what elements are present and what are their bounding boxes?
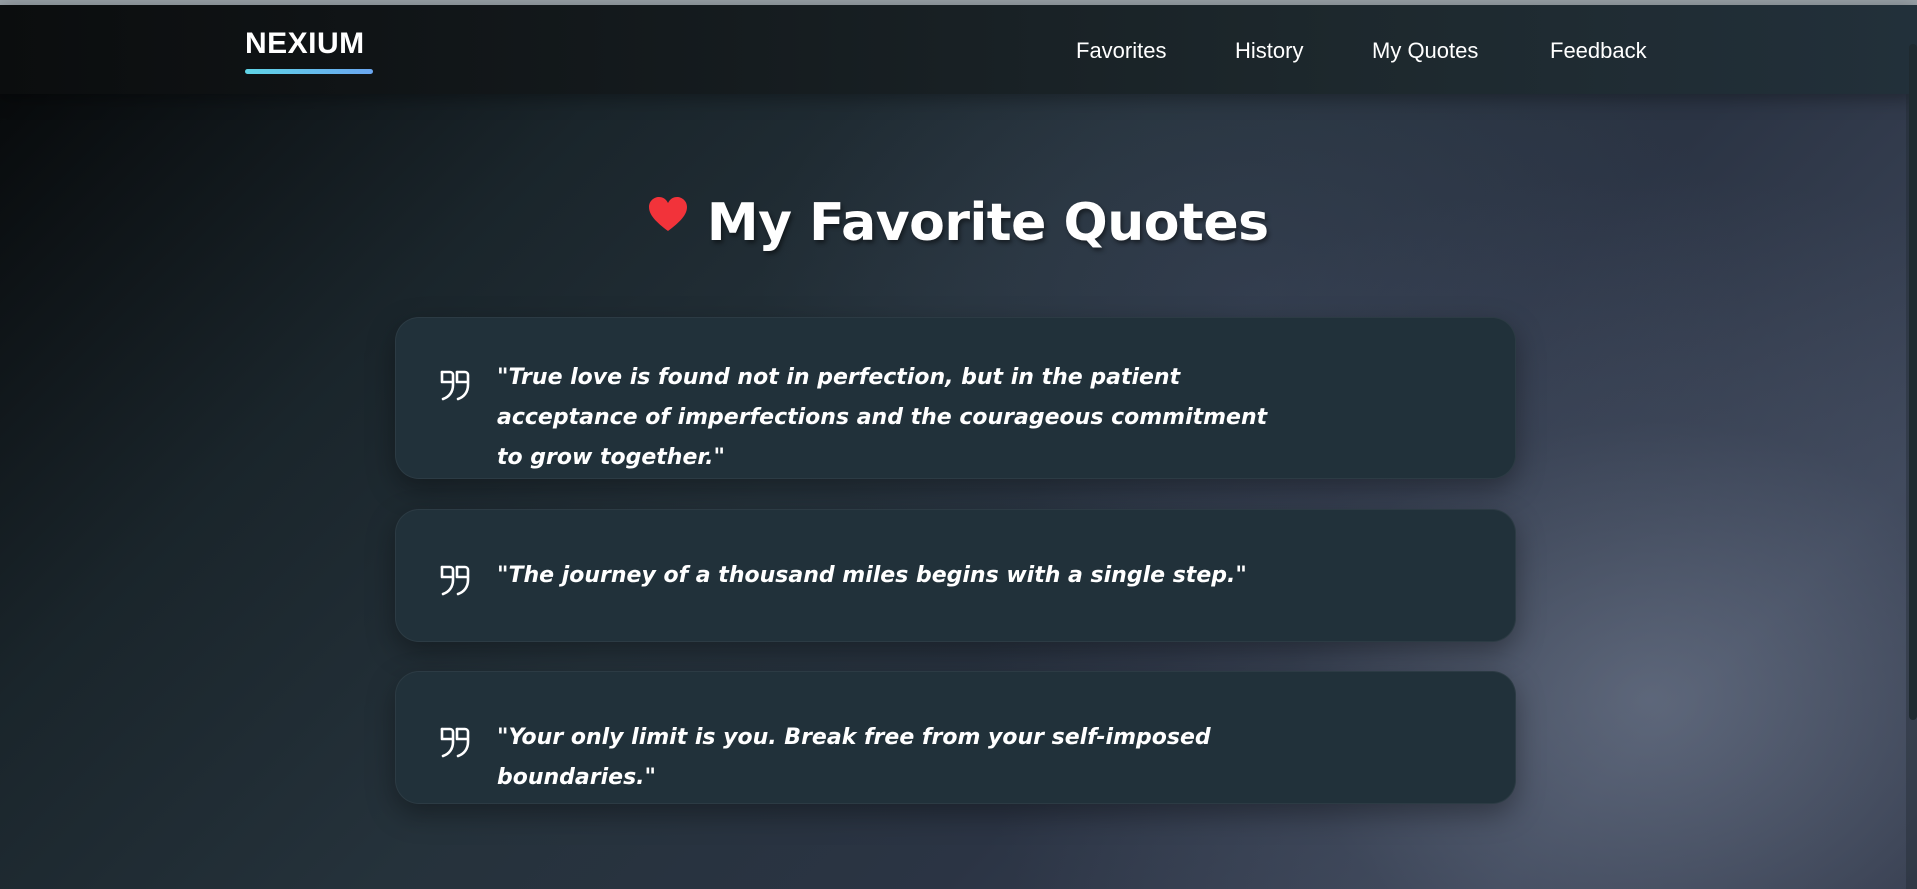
quote-card: "True love is found not in perfection, b… — [395, 317, 1516, 479]
page-heading: My Favorite Quotes — [0, 193, 1917, 253]
heart-icon — [648, 195, 688, 235]
nav-link-history[interactable]: History — [1235, 38, 1303, 64]
brand-underline — [245, 69, 373, 74]
page-title: My Favorite Quotes — [706, 193, 1269, 253]
nav-link-feedback[interactable]: Feedback — [1550, 38, 1647, 64]
quote-mark-icon — [438, 725, 472, 759]
navbar: NEXIUM Favorites History My Quotes Feedb… — [0, 5, 1917, 94]
quote-card: "Your only limit is you. Break free from… — [395, 671, 1516, 804]
quote-card: "The journey of a thousand miles begins … — [395, 509, 1516, 642]
brand-logo[interactable]: NEXIUM — [245, 27, 365, 61]
nav-link-my-quotes[interactable]: My Quotes — [1372, 38, 1478, 64]
quote-text: "The journey of a thousand miles begins … — [497, 563, 1247, 588]
quote-mark-icon — [438, 368, 472, 402]
quote-mark-icon — [438, 563, 472, 597]
quote-text: "Your only limit is you. Break free from… — [497, 725, 1211, 790]
nav-link-favorites[interactable]: Favorites — [1076, 38, 1166, 64]
quote-text: "True love is found not in perfection, b… — [497, 365, 1268, 470]
scrollbar-thumb[interactable] — [1909, 44, 1917, 720]
